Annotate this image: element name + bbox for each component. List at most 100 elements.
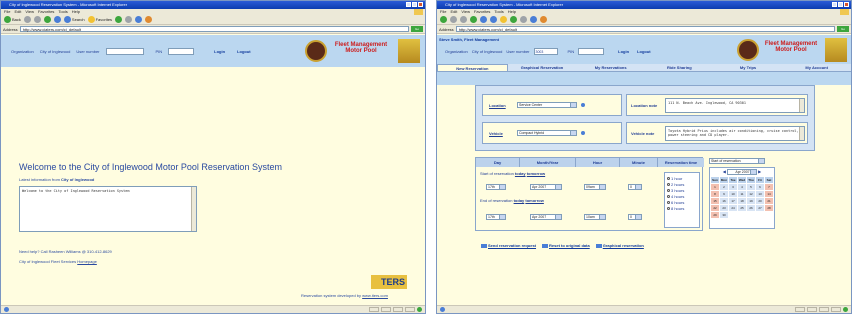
close-button[interactable] bbox=[418, 2, 423, 7]
announcement-textarea[interactable]: Welcome to the City of Inglewood Reserva… bbox=[19, 186, 197, 232]
start-hour-select[interactable]: 09am bbox=[584, 184, 606, 190]
user-number-input[interactable]: 3003 bbox=[533, 48, 558, 55]
logout-link[interactable]: Logout bbox=[637, 49, 651, 54]
cal-day-cell[interactable]: 7 bbox=[765, 184, 773, 190]
cal-day-cell[interactable]: 5 bbox=[747, 184, 755, 190]
calendar-month-select[interactable]: Apr 2007 bbox=[727, 168, 757, 175]
textarea-scrollbar[interactable] bbox=[799, 127, 804, 140]
cal-day-cell[interactable]: 2 bbox=[720, 184, 728, 190]
pin-input[interactable] bbox=[168, 48, 195, 55]
send-request-link[interactable]: Send reservation request bbox=[481, 243, 536, 248]
location-note-textarea[interactable]: 111 N. Beach Ave. Inglewood, CA 90301 bbox=[665, 98, 805, 113]
end-minute-select[interactable]: 0 bbox=[628, 214, 642, 220]
cal-day-cell[interactable]: 8 bbox=[711, 191, 719, 197]
history-icon[interactable] bbox=[125, 16, 133, 23]
cal-day-cell[interactable]: 13 bbox=[756, 191, 764, 197]
cal-day-cell[interactable]: 10 bbox=[729, 191, 737, 197]
cal-day-cell[interactable]: 14 bbox=[765, 191, 773, 197]
cal-day-cell[interactable]: 16 bbox=[720, 198, 728, 204]
stop-icon[interactable] bbox=[33, 16, 41, 23]
developer-link[interactable]: www.iters.com bbox=[362, 293, 388, 298]
forward-arrow-icon[interactable] bbox=[23, 16, 31, 23]
menu-help[interactable]: Help bbox=[72, 9, 80, 15]
tab-graphical-reservation[interactable]: Graphical Reservation bbox=[508, 64, 577, 71]
cal-day-cell[interactable]: 28 bbox=[765, 205, 773, 211]
maximize-button[interactable] bbox=[412, 2, 417, 7]
menu-edit[interactable]: Edit bbox=[450, 9, 457, 15]
cal-day-cell[interactable]: 17 bbox=[729, 198, 737, 204]
cal-day-cell[interactable]: 25 bbox=[738, 205, 746, 211]
tab-ride-sharing[interactable]: Ride Sharing bbox=[645, 64, 714, 71]
cal-day-cell[interactable]: 18 bbox=[738, 198, 746, 204]
tab-my-account[interactable]: My Account bbox=[782, 64, 851, 71]
end-tomorrow-link[interactable]: tomorrow bbox=[525, 198, 543, 203]
graphical-link[interactable]: Graphical reservation bbox=[595, 243, 644, 248]
start-minute-select[interactable]: 0 bbox=[628, 184, 642, 190]
menu-favorites[interactable]: Favorites bbox=[38, 9, 54, 15]
end-today-link[interactable]: today bbox=[514, 198, 525, 203]
calendar-target-select[interactable]: Start of reservation bbox=[709, 158, 765, 164]
mail-icon[interactable] bbox=[530, 16, 537, 23]
vehicle-note-textarea[interactable]: Toyota Hybrid Prius includes air conditi… bbox=[665, 126, 805, 141]
start-tomorrow-link[interactable]: tomorrow bbox=[527, 171, 545, 176]
menu-help[interactable]: Help bbox=[508, 9, 516, 15]
login-link[interactable]: Login bbox=[618, 49, 629, 54]
tab-new-reservation[interactable]: New Reservation bbox=[437, 64, 508, 71]
menu-tools[interactable]: Tools bbox=[494, 9, 503, 15]
menu-favorites[interactable]: Favorites bbox=[474, 9, 490, 15]
home-icon[interactable] bbox=[53, 16, 61, 23]
textarea-scrollbar[interactable] bbox=[799, 99, 804, 112]
close-button[interactable] bbox=[844, 2, 849, 7]
menu-edit[interactable]: Edit bbox=[14, 9, 21, 15]
textarea-scrollbar[interactable] bbox=[191, 187, 196, 231]
cal-day-cell[interactable]: 19 bbox=[747, 198, 755, 204]
vehicle-info-icon[interactable] bbox=[581, 131, 585, 135]
cal-day-cell[interactable]: 26 bbox=[747, 205, 755, 211]
minimize-button[interactable] bbox=[406, 2, 411, 7]
forward-arrow-icon[interactable] bbox=[450, 16, 457, 23]
end-day-select[interactable]: 17th bbox=[486, 214, 506, 220]
cal-day-cell[interactable]: 22 bbox=[711, 205, 719, 211]
cal-day-cell[interactable]: 20 bbox=[756, 198, 764, 204]
go-button[interactable]: Go bbox=[411, 26, 423, 32]
refresh-icon[interactable] bbox=[470, 16, 477, 23]
pin-input[interactable] bbox=[578, 48, 605, 55]
login-link[interactable]: Login bbox=[214, 49, 225, 54]
back-button[interactable]: Back bbox=[4, 16, 21, 23]
reset-link[interactable]: Reset to original data bbox=[542, 243, 590, 248]
cal-day-cell[interactable]: 9 bbox=[720, 191, 728, 197]
menu-view[interactable]: View bbox=[461, 9, 470, 15]
cal-day-cell[interactable]: 1 bbox=[711, 184, 719, 190]
cal-prev-icon[interactable]: ◀ bbox=[723, 169, 726, 174]
history-icon[interactable] bbox=[520, 16, 527, 23]
address-input[interactable]: http://www.ciaters.com/ci_default bbox=[19, 26, 409, 32]
menu-file[interactable]: File bbox=[440, 9, 446, 15]
search-button[interactable]: Search bbox=[63, 16, 85, 23]
tab-my-trips[interactable]: My Trips bbox=[714, 64, 783, 71]
media-icon[interactable] bbox=[510, 16, 517, 23]
folder-icon[interactable] bbox=[145, 16, 153, 23]
cal-day-cell[interactable]: 3 bbox=[729, 184, 737, 190]
homepage-link[interactable]: Homepage bbox=[77, 259, 97, 264]
logout-link[interactable]: Logout bbox=[237, 49, 251, 54]
stop-icon[interactable] bbox=[460, 16, 467, 23]
duration-8h[interactable]: 8 hours bbox=[667, 205, 697, 211]
start-month-select[interactable]: Apr 2007 bbox=[530, 184, 562, 190]
location-select[interactable]: Service Center bbox=[517, 102, 577, 108]
cal-day-cell[interactable]: 27 bbox=[756, 205, 764, 211]
cal-day-cell[interactable]: 6 bbox=[756, 184, 764, 190]
home-icon[interactable] bbox=[480, 16, 487, 23]
start-day-select[interactable]: 17th bbox=[486, 184, 506, 190]
back-arrow-icon[interactable] bbox=[440, 16, 447, 23]
cal-day-cell[interactable]: 24 bbox=[729, 205, 737, 211]
cal-day-cell[interactable]: 30 bbox=[720, 212, 728, 218]
cal-day-cell[interactable]: 23 bbox=[720, 205, 728, 211]
media-icon[interactable] bbox=[115, 16, 123, 23]
menu-view[interactable]: View bbox=[25, 9, 34, 15]
favorites-button[interactable]: Favorites bbox=[87, 16, 112, 23]
menu-tools[interactable]: Tools bbox=[58, 9, 67, 15]
cal-day-cell[interactable]: 15 bbox=[711, 198, 719, 204]
maximize-button[interactable] bbox=[838, 2, 843, 7]
end-hour-select[interactable]: 10am bbox=[584, 214, 606, 220]
cal-day-cell[interactable]: 11 bbox=[738, 191, 746, 197]
